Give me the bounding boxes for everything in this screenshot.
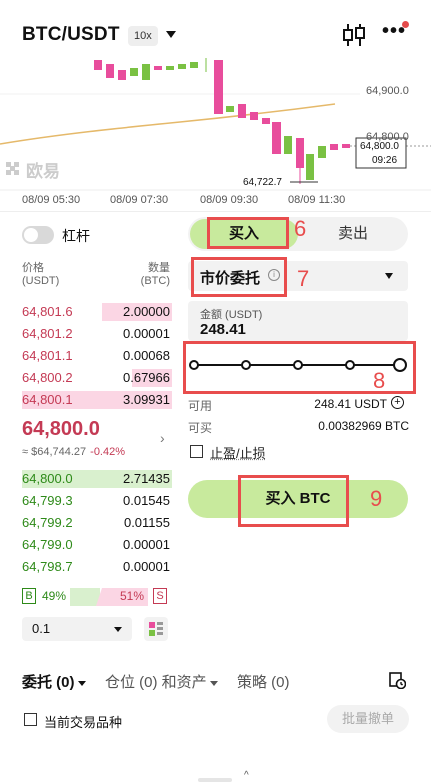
buy-ratio-bar xyxy=(70,588,100,606)
chevron-down-icon[interactable] xyxy=(385,273,393,279)
current-price-tag: 64,800.0 xyxy=(360,141,399,152)
col-qty-header: 数量 (BTC) xyxy=(140,262,170,287)
tab-positions[interactable]: 仓位 (0) 和资产 xyxy=(105,671,218,692)
annotation-number-9: 9 xyxy=(370,486,383,511)
notification-dot xyxy=(402,21,409,28)
ask-row[interactable]: 64,801.2 0.00001 xyxy=(22,324,170,344)
chevron-right-icon[interactable]: › xyxy=(160,430,165,446)
bid-row[interactable]: 64,799.2 0.01155 xyxy=(22,513,170,533)
chevron-down-icon xyxy=(209,680,218,686)
annotation-number-6: 6 xyxy=(294,216,307,241)
annotation-box-9 xyxy=(238,475,349,527)
tpsl-checkbox[interactable] xyxy=(190,445,203,458)
annotation-number-8: 8 xyxy=(373,368,386,393)
can-buy-label: 可买 xyxy=(188,421,213,435)
sell-ratio-percent: 51% xyxy=(120,589,145,603)
available-value: 248.41 USDT xyxy=(314,397,387,411)
annotation-number-7: 7 xyxy=(297,266,310,291)
tpsl-label[interactable]: 止盈/止损 xyxy=(210,443,266,462)
current-pair-checkbox[interactable] xyxy=(24,713,37,726)
ask-row[interactable]: 64,801.6 2.00000 xyxy=(22,302,172,322)
leverage-badge: 10x xyxy=(128,26,158,46)
time-label: 08/09 11:30 xyxy=(288,194,346,206)
ask-row[interactable]: 64,800.1 3.09931 xyxy=(22,390,172,410)
axis-price-64900: 64,900.0 xyxy=(366,85,409,97)
current-pair-label: 当前交易品种 xyxy=(44,715,123,730)
orderbook-layout-icon[interactable] xyxy=(144,617,168,641)
pair-dropdown-icon[interactable] xyxy=(166,31,176,38)
tab-sell[interactable]: 卖出 xyxy=(300,219,406,249)
sell-ratio-tag: S xyxy=(153,588,167,604)
watermark-logo xyxy=(6,162,19,175)
bottom-handle xyxy=(198,778,232,782)
price-sub-line: ≈ $64,744.27 -0.42% xyxy=(22,446,126,458)
time-label: 08/09 09:30 xyxy=(200,194,259,206)
annotation-box-6 xyxy=(207,217,289,249)
bid-row[interactable]: 64,800.0 2.71435 xyxy=(22,469,172,489)
watermark-text: 欧易 xyxy=(26,162,60,181)
time-label: 08/09 05:30 xyxy=(22,194,81,206)
annotation-box-7 xyxy=(191,257,287,297)
candlestick-chart-icon[interactable] xyxy=(342,22,366,48)
amount-label: 金额 (USDT) xyxy=(200,309,263,321)
chevron-up-icon[interactable]: ^ xyxy=(244,770,249,781)
bid-row[interactable]: 64,799.3 0.01545 xyxy=(22,491,170,511)
candle-countdown: 09:26 xyxy=(372,155,398,166)
bid-row[interactable]: 64,799.0 0.00001 xyxy=(22,535,170,555)
buy-ratio-percent: 49% xyxy=(42,589,67,603)
tab-orders[interactable]: 委托 (0) xyxy=(22,671,86,692)
time-label: 08/09 07:30 xyxy=(110,194,169,206)
leverage-toggle[interactable] xyxy=(22,226,54,244)
leverage-label: 杠杆 xyxy=(62,228,90,244)
col-price-header: 价格 (USDT) xyxy=(22,262,60,287)
order-history-icon[interactable] xyxy=(388,671,406,689)
add-funds-icon[interactable]: + xyxy=(391,396,404,409)
ask-row[interactable]: 64,800.2 0.67966 xyxy=(22,368,172,388)
price-change: -0.42% xyxy=(90,446,126,458)
bid-row[interactable]: 64,798.7 0.00001 xyxy=(22,557,170,577)
available-label: 可用 xyxy=(188,399,213,413)
amount-value[interactable]: 248.41 xyxy=(200,321,246,338)
last-price: 64,800.0 xyxy=(22,418,100,440)
ask-row[interactable]: 64,801.1 0.00068 xyxy=(22,346,170,366)
low-price-label: 64,722.7 xyxy=(243,177,282,188)
precision-select[interactable]: 0.1 xyxy=(22,617,132,641)
batch-cancel-button[interactable]: 批量撤单 xyxy=(327,705,409,733)
buy-ratio-tag: B xyxy=(22,588,36,604)
tab-strategy[interactable]: 策略 (0) xyxy=(237,671,290,692)
pair-title[interactable]: BTC/USDT xyxy=(22,24,120,46)
divider xyxy=(0,211,431,212)
can-buy-value: 0.00382969 BTC xyxy=(318,419,409,433)
chevron-down-icon xyxy=(77,680,86,686)
